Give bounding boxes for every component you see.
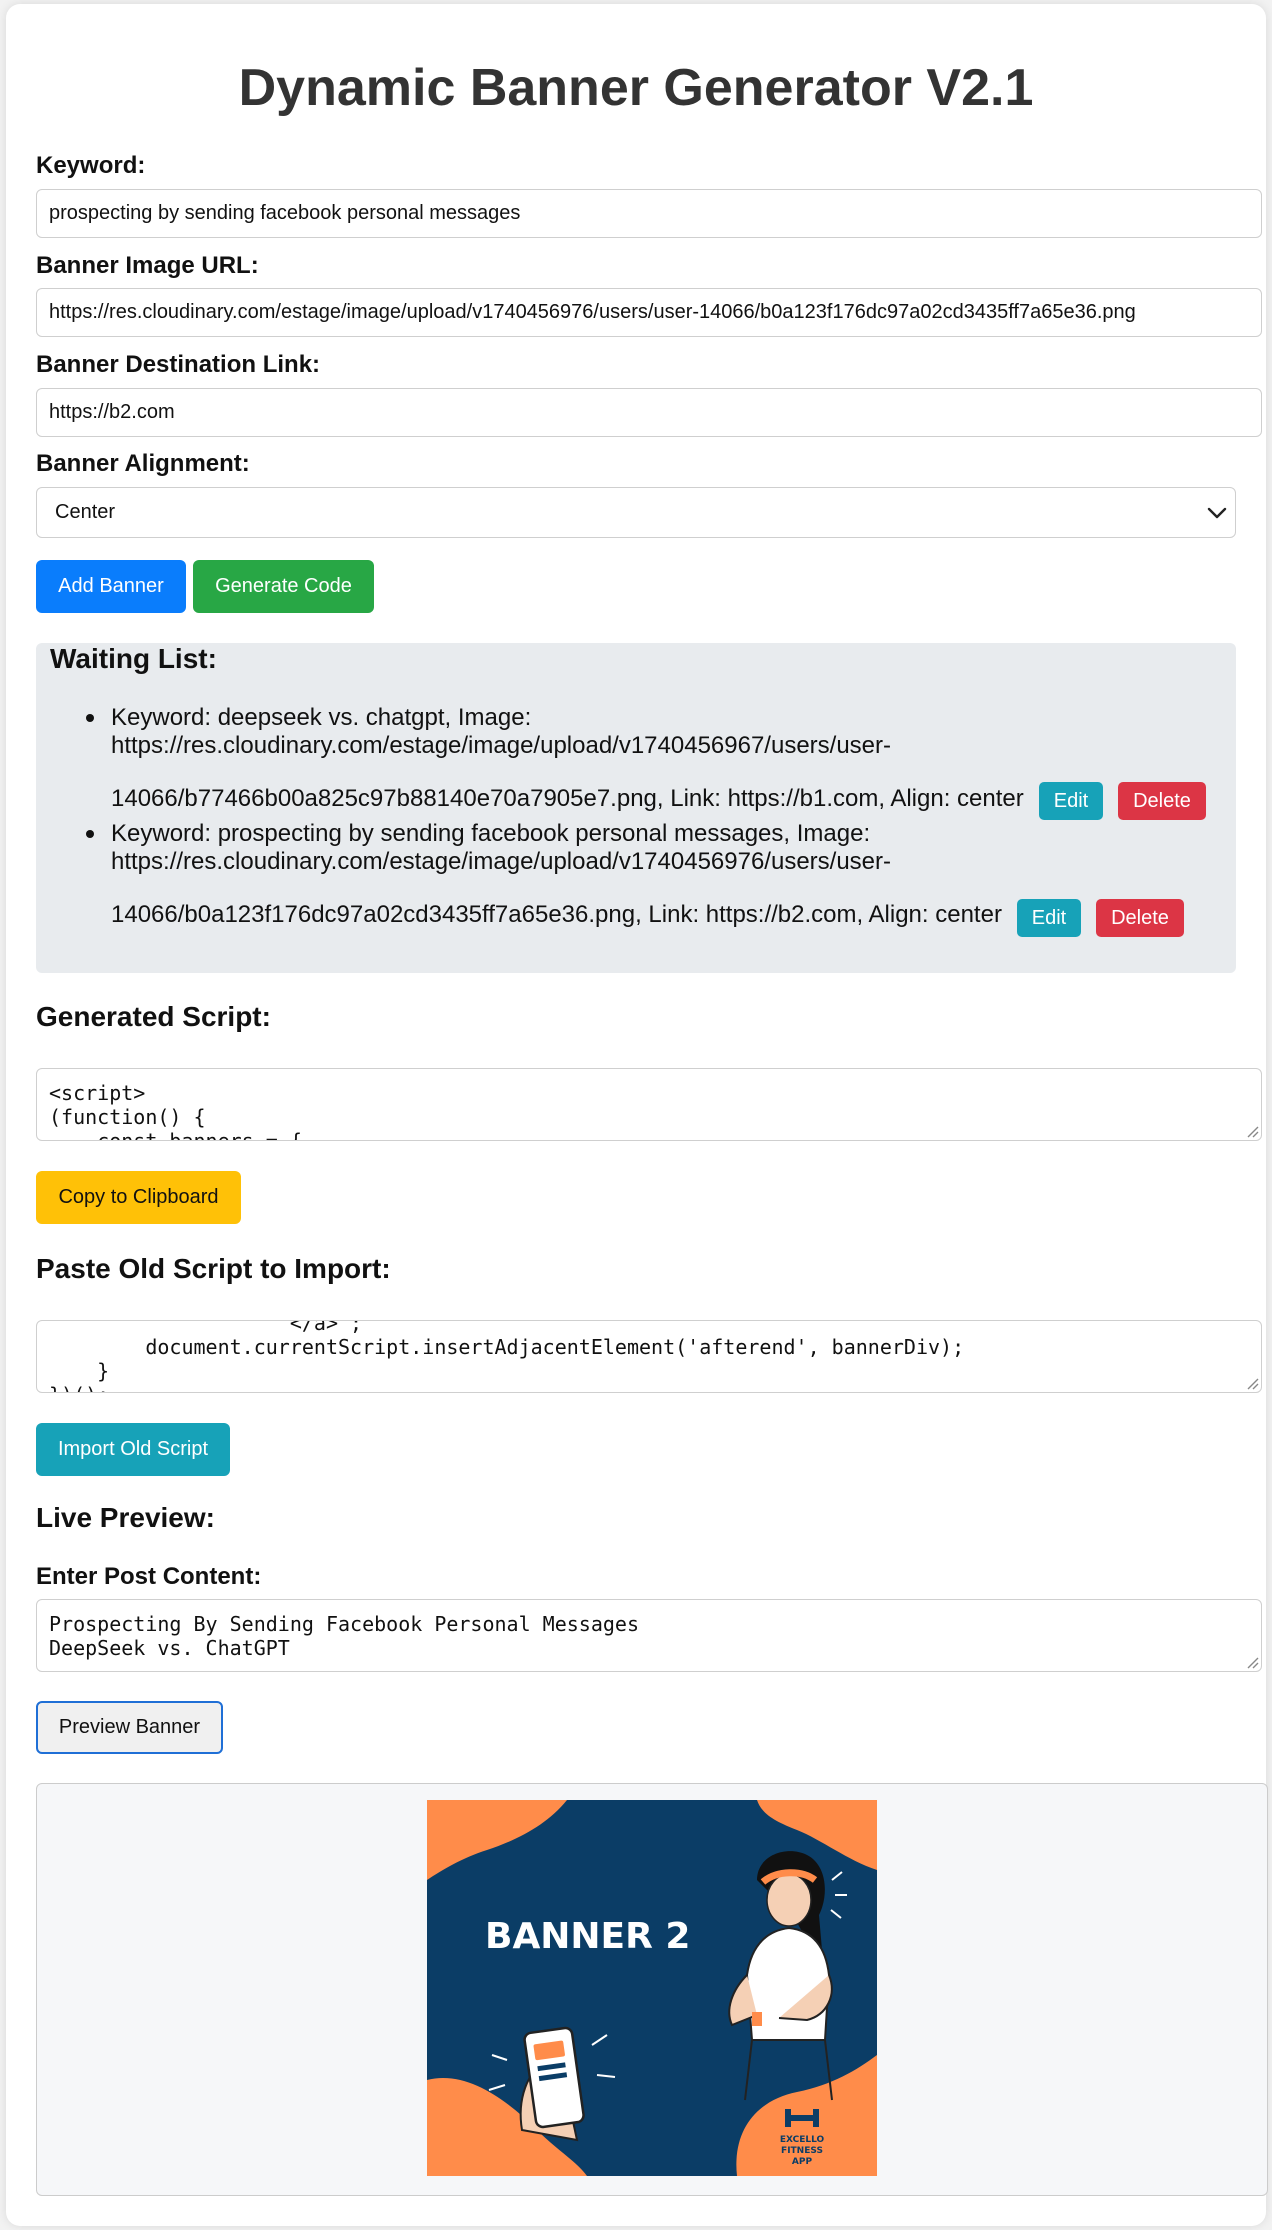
- waiting-item-line: 14066/b0a123f176dc97a02cd3435ff7a65e36.p…: [111, 901, 1002, 928]
- delete-button[interactable]: Delete: [1096, 899, 1184, 937]
- post-content-label: Enter Post Content:: [36, 1563, 262, 1590]
- brand-text-line: APP: [792, 2157, 813, 2167]
- waiting-item-line: Keyword: deepseek vs. chatgpt, Image:: [111, 704, 532, 731]
- waiting-item-line: Keyword: prospecting by sending facebook…: [111, 820, 871, 847]
- add-banner-button[interactable]: Add Banner: [36, 560, 186, 613]
- brand-text-line: FITNESS: [781, 2146, 823, 2156]
- alignment-selected-value: Center: [55, 501, 116, 523]
- page-title: Dynamic Banner Generator V2.1: [238, 59, 1034, 117]
- preview-banner-button[interactable]: Preview Banner: [36, 1701, 223, 1754]
- banner-image[interactable]: BANNER 2 EXCELLO FITNESS APP: [427, 1800, 877, 2176]
- waiting-item-line: 14066/b77466b00a825c97b88140e70a7905e7.p…: [111, 785, 1024, 812]
- import-script-heading: Paste Old Script to Import:: [36, 1253, 391, 1284]
- generated-script-textarea[interactable]: <script> (function() { const banners = {: [36, 1068, 1262, 1141]
- post-content-textarea[interactable]: Prospecting By Sending Facebook Personal…: [36, 1599, 1262, 1672]
- delete-button[interactable]: Delete: [1118, 782, 1206, 820]
- keyword-label: Keyword:: [36, 152, 146, 179]
- import-script-textarea[interactable]: </a>`; document.currentScript.insertAdja…: [36, 1320, 1262, 1393]
- waiting-item-line: https://res.cloudinary.com/estage/image/…: [111, 732, 892, 759]
- image-url-input[interactable]: [36, 288, 1262, 337]
- banner-headline: BANNER 2: [485, 1916, 690, 1957]
- destination-link-label: Banner Destination Link:: [36, 351, 321, 378]
- chevron-down-icon: [1207, 507, 1227, 519]
- edit-button[interactable]: Edit: [1017, 899, 1081, 937]
- destination-link-input[interactable]: [36, 388, 1262, 437]
- image-url-label: Banner Image URL:: [36, 252, 259, 279]
- waiting-item-line: https://res.cloudinary.com/estage/image/…: [111, 848, 892, 875]
- brand-text-line: EXCELLO: [780, 2135, 825, 2145]
- import-old-script-button[interactable]: Import Old Script: [36, 1423, 230, 1476]
- list-bullet: [86, 714, 94, 722]
- generated-script-heading: Generated Script:: [36, 1001, 271, 1032]
- alignment-select[interactable]: Center: [36, 487, 1236, 538]
- alignment-label: Banner Alignment:: [36, 450, 250, 477]
- resize-handle-icon[interactable]: [1245, 1124, 1259, 1138]
- resize-handle-icon[interactable]: [1245, 1655, 1259, 1669]
- edit-button[interactable]: Edit: [1039, 782, 1103, 820]
- copy-to-clipboard-button[interactable]: Copy to Clipboard: [36, 1171, 241, 1224]
- keyword-input[interactable]: [36, 189, 1262, 238]
- post-content-text: Prospecting By Sending Facebook Personal…: [49, 1612, 640, 1660]
- import-script-code: </a>`; document.currentScript.insertAdja…: [49, 1320, 965, 1392]
- list-bullet: [86, 830, 94, 838]
- generate-code-button[interactable]: Generate Code: [193, 560, 374, 613]
- live-preview-heading: Live Preview:: [36, 1502, 215, 1533]
- banner-preview-area: BANNER 2 EXCELLO FITNESS APP: [36, 1783, 1268, 2196]
- resize-handle-icon[interactable]: [1245, 1376, 1259, 1390]
- generated-script-code: <script> (function() { const banners = {: [49, 1081, 302, 1141]
- waiting-list-panel: Waiting List: Keyword: deepseek vs. chat…: [36, 643, 1236, 973]
- waiting-list-heading: Waiting List:: [50, 643, 217, 674]
